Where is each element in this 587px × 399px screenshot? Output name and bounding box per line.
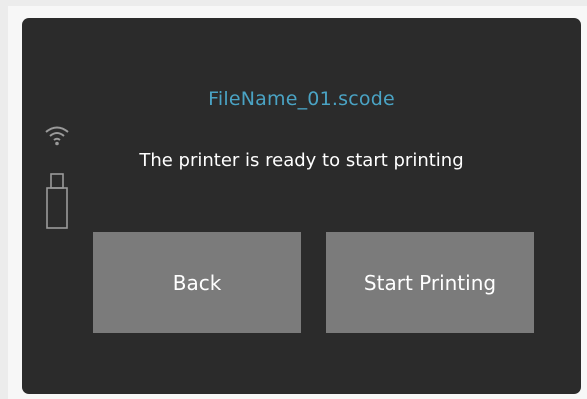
back-button-label: Back (172, 270, 222, 295)
start-printing-button[interactable]: Start Printing (326, 232, 534, 333)
usb-drive-icon (46, 173, 68, 229)
back-button[interactable]: Back (93, 232, 301, 333)
file-name: FileName_01.scode (208, 88, 395, 110)
wifi-icon (45, 126, 69, 146)
status-icons (40, 124, 76, 234)
start-printing-button-label: Start Printing (363, 270, 497, 295)
printer-screen: FileName_01.scode The printer is ready t… (22, 18, 581, 394)
status-message: The printer is ready to start printing (139, 150, 464, 171)
